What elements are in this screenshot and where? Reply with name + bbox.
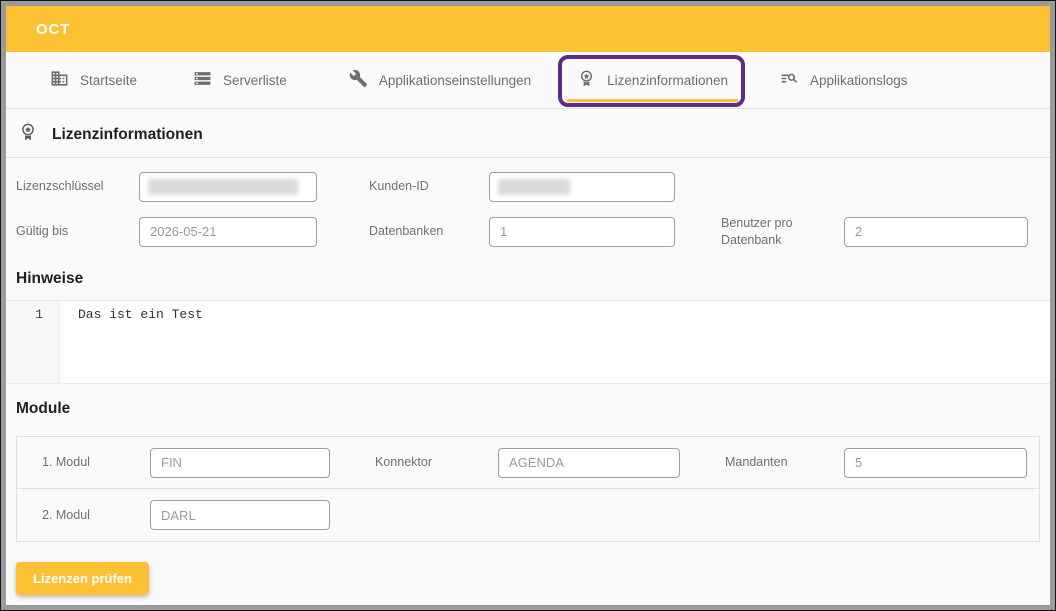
app-window: OCT Startseite Serverliste Applikationse… bbox=[6, 6, 1050, 605]
redacted-value-blur bbox=[498, 179, 570, 195]
tab-serverliste[interactable]: Serverliste bbox=[193, 52, 287, 108]
gueltig-bis-label: Gültig bis bbox=[16, 223, 139, 240]
kunden-id-label: Kunden-ID bbox=[369, 178, 489, 195]
tab-label: Serverliste bbox=[223, 73, 287, 88]
tab-applikationslogs[interactable]: Applikationslogs bbox=[780, 52, 908, 108]
lizenzschluessel-label: Lizenzschlüssel bbox=[16, 178, 139, 195]
hinweise-heading: Hinweise bbox=[6, 254, 1050, 300]
tab-label: Applikationseinstellungen bbox=[379, 73, 531, 88]
mandanten-field[interactable] bbox=[844, 448, 1027, 478]
tab-startseite[interactable]: Startseite bbox=[50, 52, 137, 108]
konnektor-field[interactable] bbox=[498, 448, 680, 478]
editor-line-number: 1 bbox=[6, 301, 60, 383]
modul-1-field[interactable] bbox=[150, 448, 330, 478]
modul-2-field[interactable] bbox=[150, 500, 330, 530]
hinweise-editor[interactable]: 1 Das ist ein Test bbox=[6, 300, 1050, 384]
license-badge-icon bbox=[577, 69, 596, 91]
building-icon bbox=[50, 69, 69, 91]
benutzer-pro-datenbank-label: Benutzer pro Datenbank bbox=[721, 215, 844, 249]
wrench-icon bbox=[349, 69, 368, 91]
app-header: OCT bbox=[6, 6, 1050, 52]
tab-applikationseinstellungen[interactable]: Applikationseinstellungen bbox=[349, 52, 531, 108]
datenbanken-label: Datenbanken bbox=[369, 223, 489, 240]
tab-label: Startseite bbox=[80, 73, 137, 88]
tab-label: Applikationslogs bbox=[810, 73, 908, 88]
module-card: 1. Modul Konnektor Mandanten 2. Modul bbox=[16, 436, 1040, 542]
modul-2-label: 2. Modul bbox=[42, 507, 150, 524]
benutzer-pro-datenbank-field[interactable] bbox=[844, 217, 1028, 247]
log-search-icon bbox=[780, 69, 799, 91]
screenshot-frame: OCT Startseite Serverliste Applikationse… bbox=[0, 0, 1056, 611]
license-badge-icon bbox=[18, 122, 38, 147]
datenbanken-field[interactable] bbox=[489, 217, 675, 247]
app-title: OCT bbox=[36, 21, 70, 38]
konnektor-label: Konnektor bbox=[375, 454, 498, 471]
license-section-header: Lizenzinformationen bbox=[6, 109, 1050, 158]
actions-row: Lizenzen prüfen bbox=[6, 542, 1050, 595]
license-field-row-1: Lizenzschlüssel Kunden-ID bbox=[6, 164, 1050, 209]
module-row-1: 1. Modul Konnektor Mandanten bbox=[17, 437, 1039, 489]
tab-bar: Startseite Serverliste Applikationseinst… bbox=[6, 52, 1050, 109]
redacted-value-blur bbox=[148, 179, 298, 195]
lizenzen-pruefen-button[interactable]: Lizenzen prüfen bbox=[16, 562, 149, 595]
gueltig-bis-field[interactable] bbox=[139, 217, 317, 247]
module-heading: Module bbox=[6, 384, 1050, 430]
server-list-icon bbox=[193, 69, 212, 91]
license-field-row-2: Gültig bis Datenbanken Benutzer pro Date… bbox=[6, 209, 1050, 254]
module-row-2: 2. Modul bbox=[17, 489, 1039, 541]
mandanten-label: Mandanten bbox=[725, 454, 844, 471]
editor-line-text: Das ist ein Test bbox=[60, 301, 203, 383]
tab-label: Lizenzinformationen bbox=[607, 73, 728, 88]
tab-lizenzinformationen[interactable]: Lizenzinformationen bbox=[577, 52, 728, 108]
modul-1-label: 1. Modul bbox=[42, 454, 150, 471]
license-section-title: Lizenzinformationen bbox=[52, 126, 203, 144]
